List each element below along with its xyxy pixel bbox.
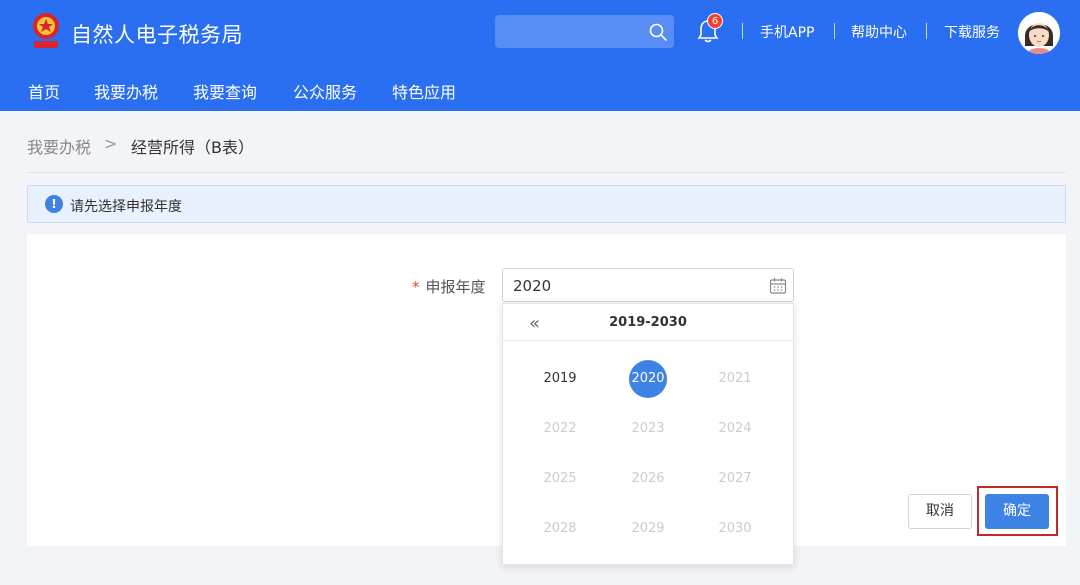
user-avatar[interactable] [1018, 12, 1060, 54]
notice-text: 请先选择申报年度 [70, 199, 182, 215]
top-header: 自然人电子税务局 6 手机APP 帮助中心 下载服务 首页 我要办税 我要查询 … [0, 0, 1080, 111]
divider [742, 23, 743, 39]
year-option-2023[interactable]: 2023 [618, 421, 678, 436]
info-notice: ! 请先选择申报年度 [27, 185, 1066, 223]
nav-home[interactable]: 首页 [28, 79, 60, 103]
year-option-2020-selected[interactable]: 2020 [629, 360, 667, 398]
year-option-2019[interactable]: 2019 [530, 371, 590, 386]
year-option-2027[interactable]: 2027 [705, 471, 765, 486]
breadcrumb-current: 经营所得（B表） [131, 138, 254, 157]
link-help-center[interactable]: 帮助中心 [851, 22, 907, 42]
confirm-button[interactable]: 确定 [985, 494, 1049, 529]
year-option-2022[interactable]: 2022 [530, 421, 590, 436]
notification-count-badge: 6 [707, 13, 723, 29]
year-field-label: * 申报年度 [412, 276, 486, 297]
divider [27, 172, 1066, 173]
year-select-input[interactable]: 2020 [502, 268, 794, 302]
year-option-2025[interactable]: 2025 [530, 471, 590, 486]
cancel-button[interactable]: 取消 [908, 494, 972, 529]
year-input-value: 2020 [513, 277, 552, 295]
link-download-service[interactable]: 下载服务 [944, 22, 1000, 42]
nav-public-services[interactable]: 公众服务 [293, 79, 357, 103]
calendar-icon[interactable] [769, 277, 787, 295]
breadcrumb-parent[interactable]: 我要办税 [27, 134, 91, 158]
required-mark: * [412, 278, 420, 296]
year-option-2026[interactable]: 2026 [618, 471, 678, 486]
previous-decade-icon[interactable]: « [529, 313, 540, 334]
info-icon: ! [45, 195, 63, 213]
breadcrumb-separator: > [104, 134, 118, 153]
year-label-text: 申报年度 [425, 278, 486, 296]
nav-query[interactable]: 我要查询 [193, 79, 257, 103]
nav-featured-apps[interactable]: 特色应用 [392, 79, 456, 103]
divider [926, 23, 927, 39]
search-icon[interactable] [648, 22, 668, 42]
user-avatar-icon [1018, 12, 1060, 54]
year-option-2028[interactable]: 2028 [530, 521, 590, 536]
tax-bureau-emblem-icon [33, 13, 59, 48]
nav-tax-services[interactable]: 我要办税 [94, 79, 158, 103]
year-option-2030[interactable]: 2030 [705, 521, 765, 536]
year-option-2029[interactable]: 2029 [618, 521, 678, 536]
year-picker-dropdown: 2019-2030 « 2019 2020 2021 2022 2023 202… [502, 303, 794, 565]
site-title[interactable]: 自然人电子税务局 [71, 19, 243, 49]
year-option-2021[interactable]: 2021 [705, 371, 765, 386]
year-option-2024[interactable]: 2024 [705, 421, 765, 436]
link-mobile-app[interactable]: 手机APP [760, 22, 814, 42]
year-range-title: 2019-2030 [609, 315, 687, 330]
search-input[interactable] [495, 15, 674, 48]
divider [503, 340, 793, 341]
divider [834, 23, 835, 39]
